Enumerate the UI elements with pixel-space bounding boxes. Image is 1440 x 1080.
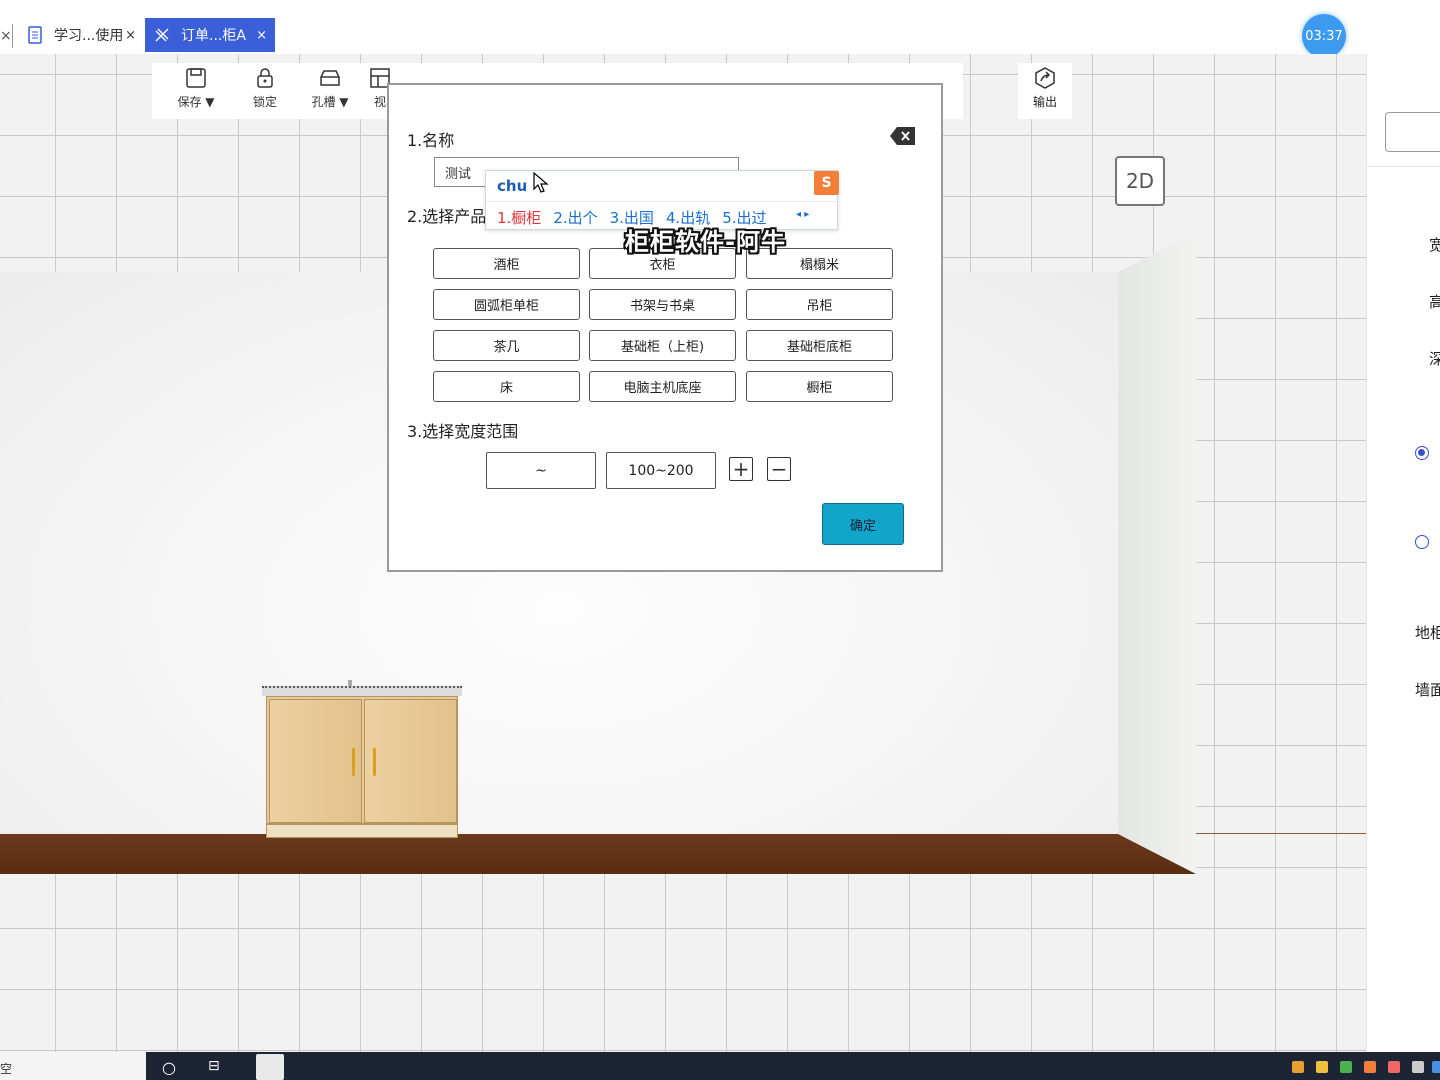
cabinet-base xyxy=(266,824,458,838)
ime-candidate[interactable]: 2.出个 xyxy=(553,209,597,227)
tab-study[interactable]: 学习...使用 × xyxy=(18,18,144,52)
ime-divider xyxy=(486,201,839,202)
floor xyxy=(0,834,1196,874)
door-handle xyxy=(373,748,376,776)
sogou-logo-icon[interactable]: S xyxy=(814,171,839,195)
product-button[interactable]: 酒柜 xyxy=(433,248,580,279)
export-tool[interactable]: 输出 xyxy=(1018,63,1072,119)
height-label: 高 xyxy=(1429,293,1440,311)
range-option-100-200[interactable]: 100~200 xyxy=(606,452,716,489)
properties-panel: 宽 高 深 地柜 墙面 xyxy=(1366,54,1440,1052)
product-button[interactable]: 电脑主机底座 xyxy=(589,371,736,402)
chevron-down-icon[interactable]: ▼ xyxy=(339,95,348,109)
cabinet-body xyxy=(266,696,458,824)
lock-label: 锁定 xyxy=(252,95,277,109)
taskbar-app-icon[interactable] xyxy=(256,1054,284,1080)
search-icon[interactable]: ○ xyxy=(162,1058,176,1077)
export-label: 输出 xyxy=(1032,95,1057,109)
slot-tool[interactable]: 孔槽 ▼ xyxy=(302,67,358,110)
watermark-text: 柜柜软件-阿牛 xyxy=(625,228,786,256)
prev-tab-close-icon[interactable]: × xyxy=(0,28,12,44)
product-section-title: 2.选择产品 xyxy=(407,207,487,226)
view-label: 视 xyxy=(373,95,386,109)
slot-label: 孔槽 xyxy=(311,95,336,109)
recording-timer[interactable]: 03:37 xyxy=(1302,14,1346,58)
tray-app-icon[interactable] xyxy=(1340,1061,1352,1073)
chevron-down-icon[interactable]: ▼ xyxy=(205,95,214,109)
base-cabinet-label: 地柜 xyxy=(1415,624,1440,642)
ime-pinyin: chu xyxy=(497,177,528,195)
tray-flower-icon[interactable] xyxy=(1388,1061,1400,1073)
product-button[interactable]: 基础柜（上柜) xyxy=(589,330,736,361)
width-section-title: 3.选择宽度范围 xyxy=(407,422,519,441)
product-button[interactable]: 圆弧柜单柜 xyxy=(433,289,580,320)
slot-icon xyxy=(320,70,340,86)
tab-label: 学习...使用 xyxy=(54,28,124,44)
wall-label: 墙面 xyxy=(1415,681,1440,699)
tab-bar: × 学习...使用 × 订单...柜A × 03:37 xyxy=(0,0,1440,58)
backspace-close-icon[interactable] xyxy=(889,125,917,147)
product-button[interactable]: 床 xyxy=(433,371,580,402)
confirm-button[interactable]: 确定 xyxy=(822,503,904,545)
save-tool[interactable]: 保存 ▼ xyxy=(168,67,224,110)
countertop xyxy=(262,686,462,696)
divider xyxy=(1367,166,1440,167)
product-button[interactable]: 橱柜 xyxy=(746,371,893,402)
property-input[interactable] xyxy=(1385,112,1440,152)
os-taskbar: 空 ○ ⊟ xyxy=(0,1052,1440,1080)
task-view-icon[interactable]: ⊟ xyxy=(208,1058,220,1074)
floor-edge-line xyxy=(1196,833,1366,834)
tab-order[interactable]: 订单...柜A × xyxy=(145,18,275,52)
new-product-dialog: 1.名称 2.选择产品 酒柜 衣柜 榻榻米 圆弧柜单柜 书架与书桌 吊柜 茶几 … xyxy=(387,83,943,572)
name-section-title: 1.名称 xyxy=(407,131,455,150)
range-option-empty[interactable]: ~ xyxy=(486,452,596,489)
tray-shield-icon[interactable] xyxy=(1316,1061,1328,1073)
tray-network-icon[interactable] xyxy=(1432,1061,1440,1073)
lock-icon xyxy=(257,68,273,88)
side-wall xyxy=(1118,232,1196,874)
tab-label: 订单...柜A xyxy=(181,28,246,44)
remove-range-button[interactable]: − xyxy=(767,457,791,481)
cabinet-model[interactable] xyxy=(262,680,462,840)
radio-option-1[interactable] xyxy=(1415,446,1429,460)
close-icon[interactable]: × xyxy=(125,28,136,43)
door-handle xyxy=(352,748,355,776)
width-label: 宽 xyxy=(1429,236,1440,254)
ime-page-arrows[interactable]: ◂ ▸ xyxy=(796,209,809,220)
cabinet-door-left xyxy=(269,699,362,823)
product-button[interactable]: 吊柜 xyxy=(746,289,893,320)
product-button[interactable]: 书架与书桌 xyxy=(589,289,736,320)
depth-label: 深 xyxy=(1429,350,1440,368)
tray-folder-icon[interactable] xyxy=(1292,1061,1304,1073)
radio-option-2[interactable] xyxy=(1415,535,1429,549)
cabinet-door-right xyxy=(364,699,457,823)
product-button[interactable]: 基础柜底柜 xyxy=(746,330,893,361)
tray-mic-icon[interactable] xyxy=(1412,1061,1424,1073)
product-button[interactable]: 茶几 xyxy=(433,330,580,361)
mouse-cursor-icon xyxy=(533,172,549,193)
tray-ime-icon[interactable] xyxy=(1364,1061,1376,1073)
view-mode-2d-button[interactable]: 2D xyxy=(1115,156,1165,206)
add-range-button[interactable]: + xyxy=(729,457,753,481)
export-icon xyxy=(1035,67,1055,89)
close-icon[interactable]: × xyxy=(256,28,267,43)
tab-separator xyxy=(12,24,13,48)
tools-icon xyxy=(155,28,169,42)
save-icon xyxy=(186,68,206,88)
save-label: 保存 xyxy=(177,95,202,109)
ime-candidate[interactable]: 1.橱柜 xyxy=(497,209,541,227)
taskbar-left-text: 空 xyxy=(0,1052,146,1080)
document-icon xyxy=(28,26,42,44)
lock-tool[interactable]: 锁定 xyxy=(237,67,293,110)
